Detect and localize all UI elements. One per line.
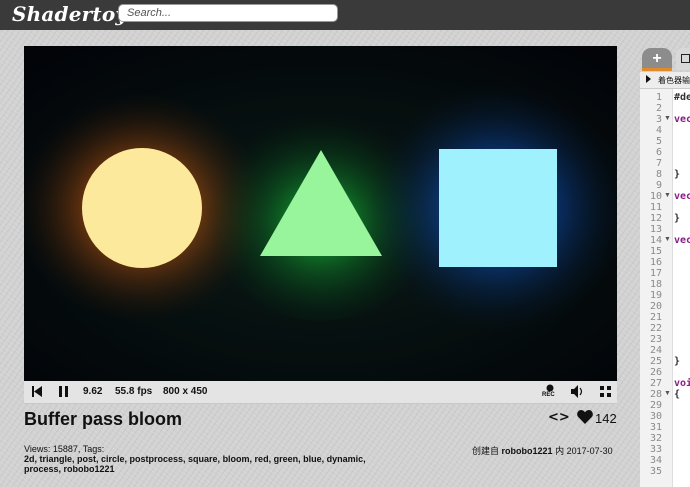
line-number: 34 (649, 455, 662, 466)
shader-render (24, 46, 617, 381)
top-bar: Shadertoy (0, 0, 690, 30)
shader-canvas[interactable] (24, 46, 617, 381)
fold-arrow-icon[interactable]: ▼ (664, 192, 671, 199)
line-number: 16 (649, 257, 662, 268)
volume-icon[interactable] (571, 385, 584, 398)
like-count: 142 (595, 411, 617, 426)
time-readout: 9.62 (83, 386, 103, 397)
author-line: 创建自 robobo1221 内 2017-07-30 (472, 444, 613, 457)
views-and-tags-label: Views: 15887, Tags: (24, 444, 105, 454)
code-line: voi (674, 378, 690, 389)
line-number: 23 (649, 334, 662, 345)
code-line: vec (674, 114, 690, 125)
line-number: 11 (649, 202, 662, 213)
image-tab-icon (681, 54, 690, 63)
created-infix: 内 (555, 446, 565, 456)
fold-arrow-icon[interactable]: ▼ (664, 390, 671, 397)
pause-icon[interactable] (59, 386, 68, 397)
line-number: 31 (649, 422, 662, 433)
tag-list[interactable]: 2d, triangle, post, circle, postprocess,… (24, 454, 366, 474)
add-tab-button[interactable]: + (642, 48, 672, 70)
line-number: 14 (649, 235, 662, 246)
line-number: 4 (655, 125, 662, 136)
fps-readout: 55.8 fps (115, 386, 153, 397)
fullscreen-icon[interactable] (600, 386, 611, 397)
line-number: 25 (649, 356, 662, 367)
line-number: 17 (649, 268, 662, 279)
line-number: 29 (649, 400, 662, 411)
line-number: 21 (649, 312, 662, 323)
code-editor[interactable]: 1 #de 2 3 ▼ vec 4 5 6 7 8} 9 10 ▼ vec 11 12} 13 14 ▼ vec 15 16… (640, 89, 690, 487)
shader-title: Buffer pass bloom (24, 409, 183, 429)
fold-arrow-icon[interactable]: ▼ (664, 115, 671, 122)
line-number: 20 (649, 301, 662, 312)
line-number: 33 (649, 444, 662, 455)
line-number: 12 (649, 213, 662, 224)
line-number: 18 (649, 279, 662, 290)
record-button[interactable]: REC (542, 383, 558, 401)
line-number: 24 (649, 345, 662, 356)
line-number: 19 (649, 290, 662, 301)
line-number: 32 (649, 433, 662, 444)
line-number: 30 (649, 411, 662, 422)
player-controls: 9.62 55.8 fps 800 x 450 REC (24, 381, 617, 404)
shader-meta: Views: 15887, Tags: 2d, triangle, post, … (24, 444, 394, 474)
code-line: } (674, 169, 681, 180)
line-number: 35 (649, 466, 662, 477)
line-number: 26 (649, 367, 662, 378)
circle-shape (82, 148, 202, 268)
created-date: 2017-07-30 (566, 446, 613, 456)
shader-inputs-label: 着色器输入 (658, 76, 690, 85)
rec-label: REC (542, 392, 555, 398)
line-number: 13 (649, 224, 662, 235)
line-number: 2 (655, 103, 662, 114)
record-icon (546, 384, 554, 392)
created-prefix: 创建自 (472, 446, 500, 456)
line-number: 1 (655, 92, 662, 103)
code-line: #de (674, 92, 690, 103)
heart-icon[interactable] (577, 410, 593, 424)
code-line: vec (674, 235, 690, 246)
line-number: 8 (655, 169, 662, 180)
author-link[interactable]: robobo1221 (502, 446, 553, 456)
shadertoy-logo[interactable]: Shadertoy (12, 2, 127, 26)
shader-inputs-header[interactable]: 着色器输入 (640, 72, 690, 89)
square-shape (439, 149, 557, 267)
line-number: 10 (649, 191, 662, 202)
editor-tabs: + (640, 46, 690, 72)
code-line: } (674, 356, 681, 367)
expand-arrow-icon (646, 75, 651, 83)
line-number: 7 (655, 158, 662, 169)
rewind-icon[interactable] (32, 386, 42, 397)
line-number: 27 (649, 378, 662, 389)
search-input[interactable] (118, 4, 338, 22)
fold-arrow-icon[interactable]: ▼ (664, 236, 671, 243)
line-number: 5 (655, 136, 662, 147)
line-number: 28 (649, 389, 662, 400)
code-line: } (674, 213, 681, 224)
line-number: 22 (649, 323, 662, 334)
code-line: { (674, 389, 681, 400)
line-number: 9 (655, 180, 662, 191)
resolution-readout: 800 x 450 (163, 386, 208, 397)
line-number: 3 (655, 114, 662, 125)
code-toggle-button[interactable]: <> (548, 410, 570, 425)
line-number: 6 (655, 147, 662, 158)
line-number: 15 (649, 246, 662, 257)
active-tab-indicator (642, 68, 672, 71)
code-line: vec (674, 191, 690, 202)
